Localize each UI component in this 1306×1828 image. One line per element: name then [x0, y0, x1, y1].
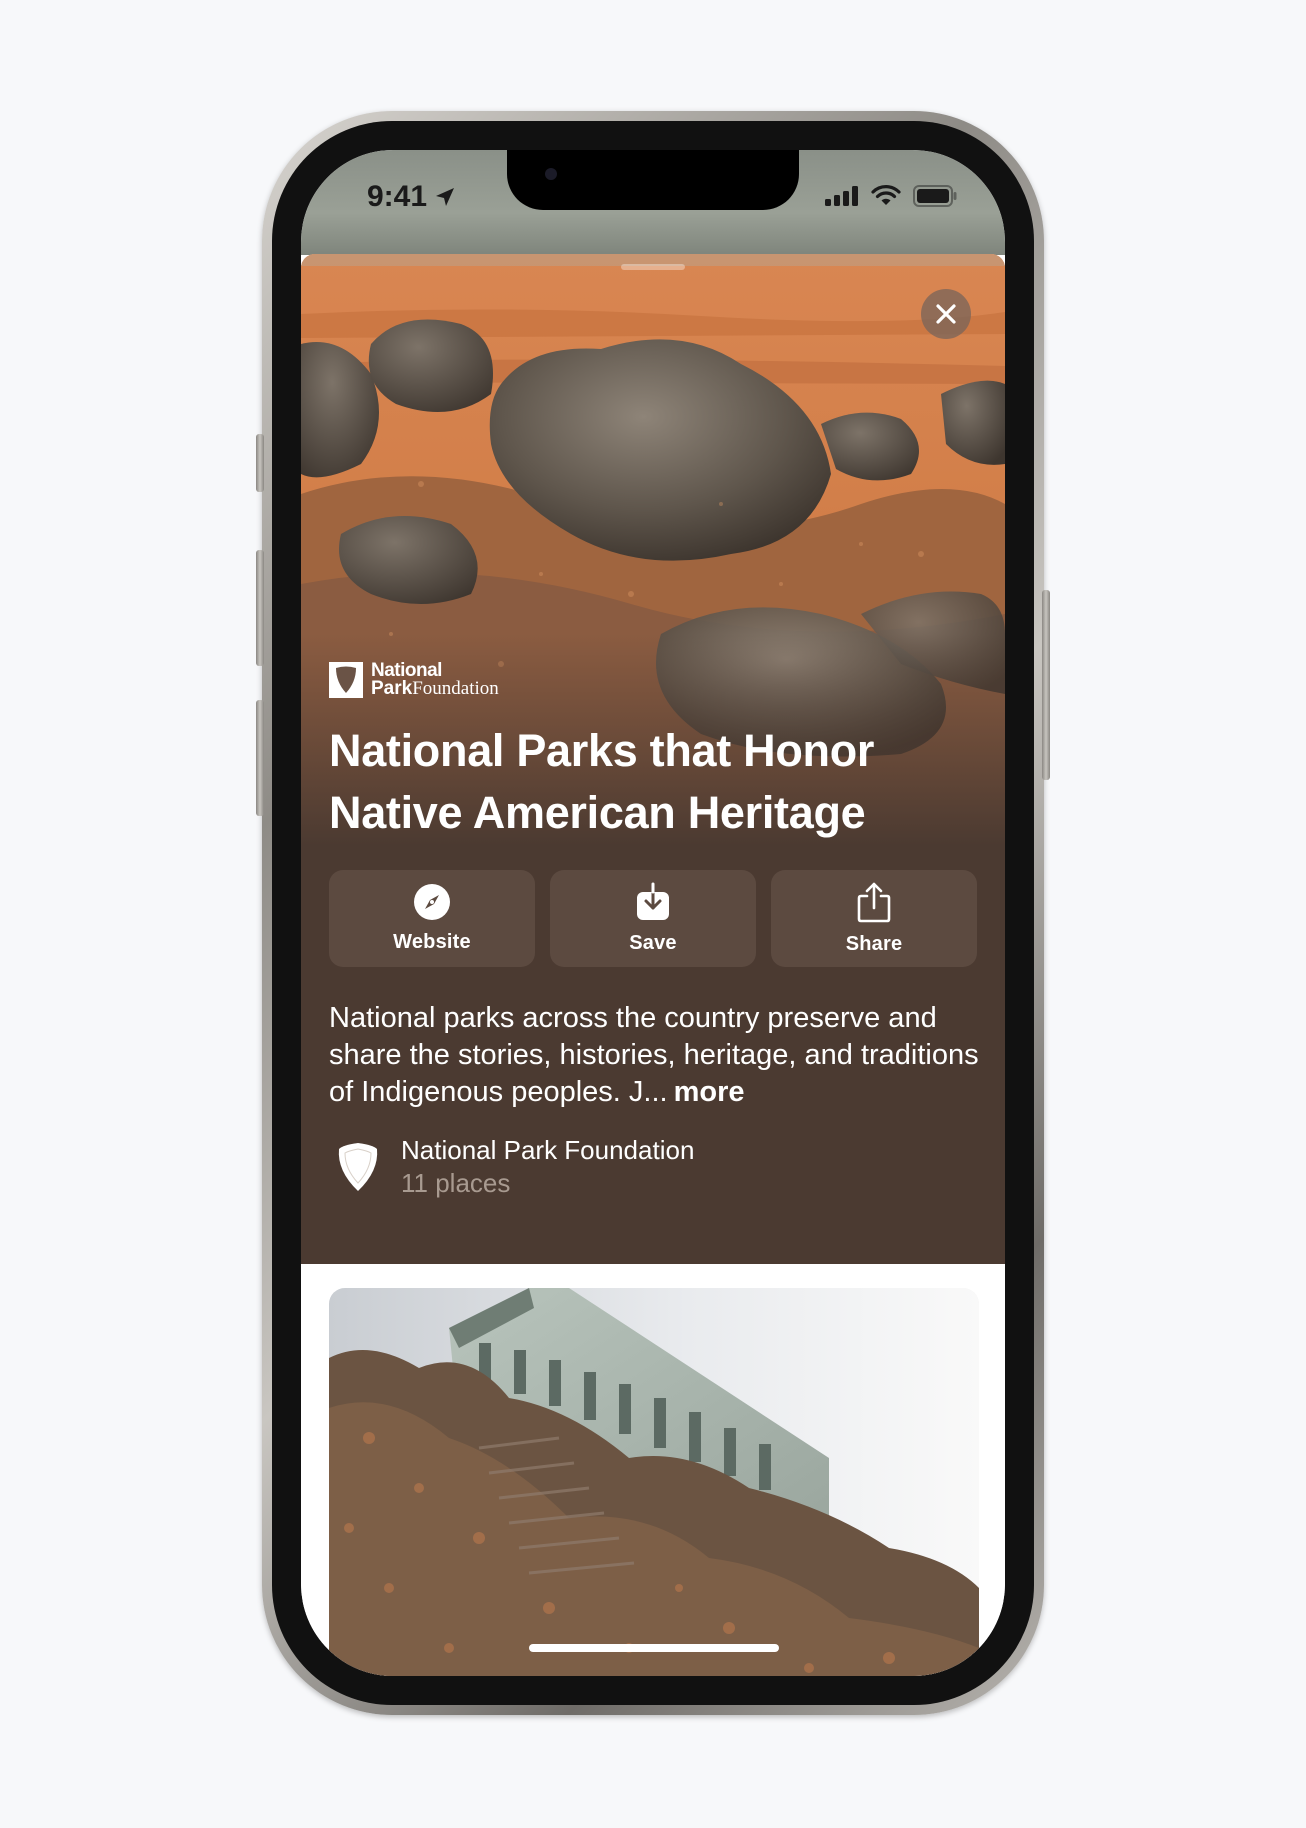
- download-icon: [637, 882, 669, 920]
- website-label: Website: [393, 931, 471, 953]
- brand-line-2: ParkFoundation: [371, 678, 499, 699]
- publisher-row[interactable]: National Park Foundation 11 places: [335, 1134, 694, 1200]
- compass-icon: [414, 884, 450, 920]
- guide-card: National ParkFoundation National Parks t…: [301, 254, 1005, 1676]
- battery-icon: [913, 185, 957, 207]
- publisher-logo: National ParkFoundation: [329, 661, 499, 699]
- publisher-text: National Park Foundation 11 places: [401, 1134, 694, 1200]
- status-time-text: 9:41: [367, 180, 428, 213]
- save-button[interactable]: Save: [550, 870, 756, 967]
- home-indicator[interactable]: [529, 1644, 779, 1652]
- close-icon: [936, 304, 956, 324]
- close-button[interactable]: [921, 289, 971, 339]
- publisher-place-count: 11 places: [401, 1168, 511, 1198]
- share-icon: [857, 882, 891, 923]
- volume-down-button: [256, 700, 264, 816]
- website-button[interactable]: Website: [329, 870, 535, 967]
- publisher-name: National Park Foundation: [401, 1135, 695, 1165]
- status-time: 9:41: [367, 180, 457, 214]
- volume-up-button: [256, 550, 264, 666]
- share-button[interactable]: Share: [771, 870, 977, 967]
- status-icons: [825, 185, 957, 207]
- phone-screen: 9:41 National ParkFoundation National Pa…: [301, 150, 1005, 1676]
- description-text: National parks across the country preser…: [329, 1002, 979, 1108]
- location-arrow-icon: [436, 188, 455, 206]
- sheet-grabber[interactable]: [621, 264, 685, 270]
- silent-switch: [256, 434, 264, 492]
- wifi-icon: [871, 185, 901, 205]
- place-card-image[interactable]: [329, 1288, 979, 1676]
- notch: [507, 150, 799, 210]
- more-link[interactable]: more: [674, 1076, 745, 1108]
- brand-wordmark: National ParkFoundation: [371, 661, 499, 699]
- publisher-avatar-icon: [338, 1143, 378, 1191]
- guide-title: National Parks that Honor Native America…: [329, 725, 875, 838]
- save-label: Save: [629, 932, 677, 954]
- arrowhead-logo-icon: [329, 662, 363, 698]
- guide-description: National parks across the country preser…: [329, 1000, 989, 1111]
- power-button: [1042, 590, 1050, 780]
- front-camera: [545, 168, 557, 180]
- action-buttons: Website Save Share: [329, 870, 977, 967]
- hero-image: National ParkFoundation National Parks t…: [301, 254, 1005, 844]
- cellular-signal-icon: [825, 186, 858, 206]
- share-label: Share: [845, 933, 903, 955]
- building-photo: [329, 1288, 979, 1676]
- brand-foundation: Foundation: [412, 678, 499, 699]
- brand-park: Park: [371, 678, 413, 699]
